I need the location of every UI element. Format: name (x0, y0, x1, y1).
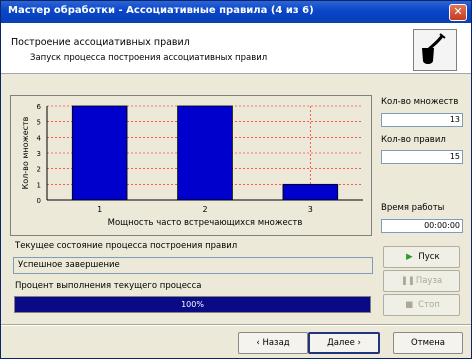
pause-icon: ❚❚ (400, 276, 416, 286)
y-tick-label: 6 (37, 103, 42, 111)
y-tick-label: 4 (37, 134, 42, 142)
bar-3 (282, 183, 339, 201)
progress-bar: 100% (14, 296, 371, 313)
pause-button-label: Пауза (415, 276, 443, 286)
histogram-chart: 0 1 2 3 4 5 6 1 2 3 Кол-во множеств Мощность час… (10, 95, 372, 236)
pause-button[interactable]: ❚❚Пауза (383, 270, 460, 292)
wizard-window: Мастер обработки - Ассоциативные правила… (0, 0, 472, 359)
play-icon: ▶ (406, 252, 413, 262)
footer-separator (1, 324, 471, 326)
rules-count-field: 15 (381, 150, 463, 164)
window-title: Мастер обработки - Ассоциативные правила… (8, 5, 314, 16)
bar-1 (71, 105, 128, 201)
y-tick-label: 2 (37, 166, 41, 174)
progress-label: Процент выполнения текущего процесса (15, 281, 202, 291)
elapsed-time-field: 00:00:00 (381, 219, 463, 233)
sets-count-field: 13 (381, 113, 463, 127)
x-tick-label: 1 (97, 205, 102, 214)
stop-icon: ■ (405, 300, 414, 310)
stop-button[interactable]: ■ Стоп (383, 294, 460, 316)
y-tick-label: 0 (37, 197, 41, 205)
step-subtitle: Запуск процесса построения ассоциативных… (30, 53, 268, 63)
bar-2 (177, 105, 233, 201)
progress-text: 100% (181, 300, 204, 309)
cancel-button[interactable]: Отмена (393, 332, 463, 354)
close-button[interactable]: ✕ (449, 4, 467, 21)
close-icon: ✕ (453, 5, 463, 18)
sets-count-label: Кол-во множеств (381, 97, 459, 107)
y-tick-label: 5 (37, 119, 41, 127)
chart-svg: 0 1 2 3 4 5 6 1 2 3 Кол-во множеств Мощность час… (21, 103, 363, 228)
process-state-field: Успешное завершение (13, 257, 373, 274)
back-button[interactable]: ‹ Назад (238, 332, 308, 354)
pipe-icon (413, 29, 457, 71)
y-tick-label: 3 (37, 150, 41, 158)
start-button-label: Пуск (418, 252, 440, 262)
wizard-header: Построение ассоциативных правил Запуск п… (1, 23, 471, 74)
step-title: Построение ассоциативных правил (11, 37, 190, 48)
x-tick-label: 2 (202, 205, 207, 214)
next-button[interactable]: Далее › (308, 332, 380, 354)
rules-count-label: Кол-во правил (381, 135, 446, 145)
y-tick-label: 1 (37, 181, 41, 189)
x-axis-label: Мощность часто встречающихся множеств (108, 218, 303, 228)
process-state-label: Текущее состояние процесса построения пр… (15, 241, 238, 251)
title-bar: Мастер обработки - Ассоциативные правила… (1, 1, 471, 23)
x-tick-label: 3 (308, 205, 313, 214)
stop-button-label: Стоп (418, 300, 440, 310)
elapsed-time-label: Время работы (381, 203, 445, 213)
start-button[interactable]: ▶ Пуск (383, 246, 460, 268)
y-axis-label: Кол-во множеств (21, 116, 30, 189)
